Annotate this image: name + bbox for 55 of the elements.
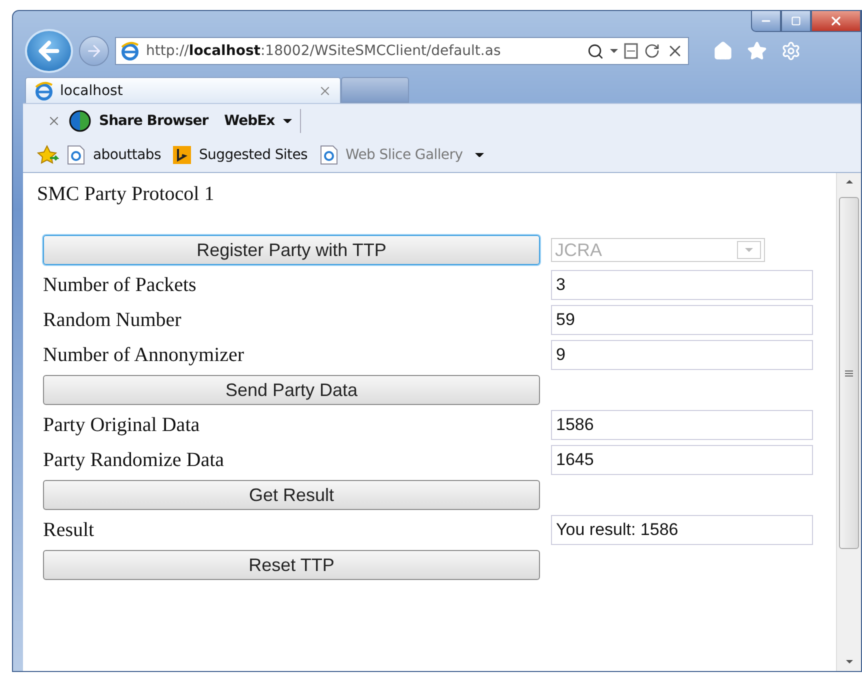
grip-icon	[845, 370, 853, 376]
form-button[interactable]: Register Party with TTP	[43, 235, 540, 265]
home-icon[interactable]	[713, 41, 733, 61]
caret-icon	[474, 152, 484, 158]
close-button[interactable]	[811, 11, 861, 32]
scroll-thumb[interactable]	[839, 197, 859, 549]
field-label: Party Original Data	[43, 414, 201, 436]
input-field[interactable]: 59	[551, 305, 813, 335]
address-bar[interactable]: http://localhost:18002/WSiteSMCClient/default.as	[115, 37, 689, 65]
maximize-button[interactable]	[781, 11, 811, 32]
compatibility-icon[interactable]	[624, 43, 638, 59]
close-icon[interactable]	[47, 114, 61, 128]
scrollbar[interactable]	[836, 173, 861, 671]
forward-button[interactable]	[79, 36, 109, 66]
favorite-link[interactable]: abouttabs	[93, 147, 161, 163]
scroll-down-icon	[846, 660, 852, 664]
input-field[interactable]: 1645	[551, 445, 813, 475]
input-field[interactable]: You result: 1586	[551, 515, 813, 545]
settings-icon[interactable]	[781, 41, 801, 61]
form-button[interactable]: Send Party Data	[43, 375, 540, 405]
favorites-star-icon[interactable]	[37, 145, 59, 165]
field-label: Party Randomize Data	[43, 448, 226, 472]
ie-icon	[120, 41, 140, 61]
caret-icon	[282, 118, 292, 124]
share-browser-button[interactable]: Share Browser	[99, 113, 208, 129]
bing-icon	[172, 146, 191, 164]
input-field[interactable]: 1586	[551, 410, 813, 440]
browser-tab[interactable]: localhost	[25, 77, 341, 103]
page-icon	[67, 145, 85, 165]
star-icon[interactable]	[747, 41, 767, 61]
page-icon	[320, 145, 338, 165]
maximize-icon	[791, 16, 801, 26]
favorite-link[interactable]: Suggested Sites	[198, 147, 308, 163]
field-label: Number of Packets	[43, 274, 198, 296]
scroll-up-icon	[846, 180, 852, 184]
field-label: Random Number	[43, 308, 182, 332]
refresh-icon[interactable]	[644, 43, 660, 59]
search-icon[interactable]	[587, 42, 604, 60]
input-field[interactable]: 9	[551, 340, 813, 370]
caret-icon	[745, 248, 753, 252]
form-button[interactable]: Reset TTP	[43, 550, 540, 580]
minimize-button[interactable]	[751, 11, 781, 32]
caret-icon	[610, 49, 618, 53]
close-icon	[829, 14, 843, 28]
input-field[interactable]: 3	[551, 270, 813, 300]
url-text: http://localhost:18002/WSiteSMCClient/default.as	[146, 43, 502, 59]
back-button[interactable]	[25, 29, 73, 73]
field-label: Number of Annonymizer	[43, 344, 246, 366]
ie-icon	[34, 80, 54, 100]
form-button[interactable]: Get Result	[43, 480, 540, 510]
forward-arrow-icon	[85, 42, 103, 60]
page-heading: SMC Party Protocol 1	[37, 183, 216, 207]
field-label: Result	[43, 518, 96, 542]
webex-button[interactable]: WebEx	[224, 113, 275, 129]
globe-icon	[69, 110, 91, 132]
